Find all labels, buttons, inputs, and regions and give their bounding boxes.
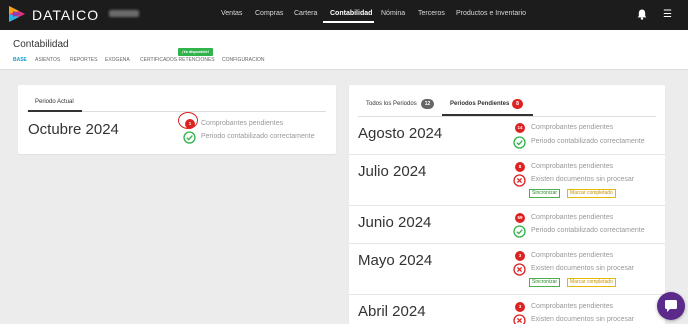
pending-vouchers-label: Comprobantes pendientes: [531, 214, 614, 221]
tab-reportes[interactable]: REPORTES: [70, 57, 97, 63]
pending-count-badge: 8: [515, 162, 525, 172]
dataico-logo-icon[interactable]: [9, 6, 25, 22]
nav-item-contabilidad[interactable]: Contabilidad: [330, 10, 372, 17]
nav-item-productos-inventario[interactable]: Productos e Inventario: [456, 10, 526, 17]
nav-item-nomina[interactable]: Nómina: [381, 10, 405, 17]
period-status-label: Existen documentos sin procesar: [531, 316, 635, 323]
sync-button[interactable]: Sincronizar: [529, 278, 561, 287]
pending-periods-count: 8: [512, 99, 523, 109]
nav-item-cartera[interactable]: Cartera: [294, 10, 317, 17]
top-navigation-bar: DATAICO Ventas Compras Cartera Contabili…: [0, 0, 688, 30]
periods-card: Todos los Periodos 12 Periodos Pendiente…: [349, 85, 665, 324]
x-circle-icon: [513, 174, 526, 187]
tab-exogena[interactable]: EXOGENA: [105, 57, 130, 63]
pending-vouchers-label: Comprobantes pendientes: [531, 124, 614, 131]
page-title: Contabilidad: [13, 39, 69, 50]
period-status-label: Existen documentos sin procesar: [531, 265, 635, 272]
tab-periodos-pendientes[interactable]: Periodos Pendientes: [450, 101, 509, 107]
page-header: Contabilidad BASE ASIENTOS REPORTES EXOG…: [0, 30, 688, 70]
tab-todos-los-periodos[interactable]: Todos los Periodos: [366, 101, 417, 107]
tab-active-indicator: [28, 110, 82, 112]
bell-icon[interactable]: [637, 9, 647, 20]
period-month[interactable]: Junio 2024: [358, 214, 431, 231]
x-circle-icon: [513, 314, 526, 324]
current-period-month: Octubre 2024: [28, 121, 119, 138]
pending-vouchers-label: Comprobantes pendientes: [531, 303, 614, 310]
tab-asientos[interactable]: ASIENTOS: [35, 57, 60, 63]
period-month[interactable]: Abril 2024: [358, 303, 426, 320]
period-month[interactable]: Agosto 2024: [358, 125, 442, 142]
chat-launcher-button[interactable]: [657, 292, 685, 320]
check-circle-icon: [513, 225, 526, 238]
tab-certificados-retenciones[interactable]: CERTIFICADOS RETENCIONES: [140, 57, 215, 63]
nav-item-terceros[interactable]: Terceros: [418, 10, 445, 17]
tab-active-indicator: [442, 114, 533, 116]
nav-item-compras[interactable]: Compras: [255, 10, 283, 17]
pending-count-badge: 3: [515, 251, 525, 261]
mark-completed-button[interactable]: Marcar completado: [567, 278, 616, 287]
nav-item-ventas[interactable]: Ventas: [221, 10, 242, 17]
check-circle-icon: [183, 131, 196, 144]
period-month[interactable]: Mayo 2024: [358, 252, 432, 269]
hamburger-menu-icon[interactable]: ☰: [663, 9, 672, 20]
tab-divider: [358, 116, 656, 117]
all-periods-count: 12: [421, 99, 434, 109]
period-month[interactable]: Julio 2024: [358, 163, 426, 180]
sync-button[interactable]: Sincronizar: [529, 189, 561, 198]
tab-periodo-actual[interactable]: Periodo Actual: [35, 99, 74, 105]
company-selector[interactable]: [109, 10, 139, 17]
row-divider: [349, 205, 665, 206]
pending-vouchers-label: Comprobantes pendientes: [531, 163, 614, 170]
pending-count-badge: 3: [515, 302, 525, 312]
tab-base[interactable]: BASE: [13, 57, 27, 63]
period-status-label: Existen documentos sin procesar: [531, 176, 635, 183]
period-ok-label: Periodo contabilizado correctamente: [201, 133, 315, 140]
nav-active-indicator: [323, 21, 374, 23]
check-circle-icon: [513, 136, 526, 149]
tab-configuracion[interactable]: CONFIGURACION: [222, 57, 265, 63]
pending-count-badge: 59: [515, 213, 525, 223]
current-period-card: Periodo Actual Octubre 2024 1 Comprobant…: [18, 85, 336, 154]
row-divider: [349, 243, 665, 244]
pending-count-badge: 1: [185, 119, 195, 129]
mark-completed-button[interactable]: Marcar completado: [567, 189, 616, 198]
brand-name[interactable]: DATAICO: [32, 7, 99, 23]
period-status-label: Periodo contabilizado correctamente: [531, 138, 645, 145]
pending-count-badge: 14: [515, 123, 525, 133]
x-circle-icon: [513, 263, 526, 276]
row-divider: [349, 154, 665, 155]
period-status-label: Periodo contabilizado correctamente: [531, 227, 645, 234]
chat-icon: [665, 300, 677, 312]
pending-vouchers-label: Comprobantes pendientes: [531, 252, 614, 259]
row-divider: [349, 294, 665, 295]
new-available-badge: ¡Ya disponible!: [178, 48, 213, 56]
pending-vouchers-label: Comprobantes pendientes: [201, 120, 284, 127]
